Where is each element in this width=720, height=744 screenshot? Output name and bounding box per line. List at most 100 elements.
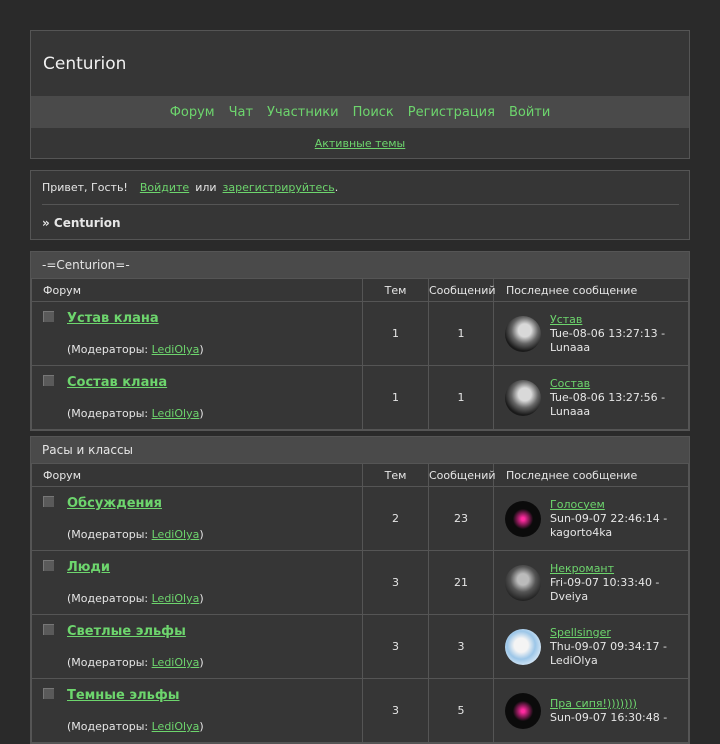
greeting-text: Привет, Гость! (42, 181, 128, 194)
topics-count: 2 (362, 486, 429, 551)
topics-count: 3 (362, 614, 429, 679)
register-link[interactable]: зарегистрируйтесь (223, 181, 335, 194)
moderator-link[interactable]: LediOlya (152, 592, 200, 605)
last-post-user: LediOlya (550, 653, 598, 667)
welcome-line: Привет, Гость! Войдите или зарегистрируй… (42, 171, 679, 205)
forum-status-icon (43, 624, 54, 635)
table-row: Светлые эльфы (Модераторы: LediOlya) 3 3… (31, 614, 689, 679)
welcome-box: Привет, Гость! Войдите или зарегистрируй… (30, 170, 690, 240)
forum-link[interactable]: Люди (67, 560, 110, 575)
topics-count: 3 (362, 550, 429, 615)
period-text: . (334, 181, 339, 194)
forum-link[interactable]: Устав клана (67, 311, 159, 326)
forum-link[interactable]: Светлые эльфы (67, 624, 186, 639)
moderator-link[interactable]: LediOlya (152, 343, 200, 356)
header-forum: Форум (31, 279, 363, 302)
category-title: -=Centurion=- (31, 252, 689, 279)
forum-link[interactable]: Состав клана (67, 375, 167, 390)
posts-count: 23 (428, 486, 494, 551)
header-posts: Сообщений (428, 279, 496, 302)
nav-chat[interactable]: Чат (229, 105, 253, 120)
moderator-link[interactable]: LediOlya (152, 407, 200, 420)
last-post-user: Lunaaa (550, 404, 591, 418)
table-row: Темные эльфы (Модераторы: LediOlya) 3 5 … (31, 678, 689, 743)
table-header-row: Форум Тем Сообщений Последнее сообщение (31, 279, 689, 302)
last-post-time: Tue-08-06 13:27:56 - (550, 390, 666, 404)
header-posts: Сообщений (428, 464, 496, 487)
last-post-info: Spellsinger Thu-09-07 09:34:17 - LediOly… (550, 626, 667, 668)
last-post-time: Fri-09-07 10:33:40 - (550, 575, 660, 589)
last-post-topic-link[interactable]: Spellsinger (550, 626, 611, 639)
forum-table: Форум Тем Сообщений Последнее сообщение … (31, 279, 689, 430)
last-post-user: kagorto4ka (550, 525, 613, 539)
last-post-topic-link[interactable]: Некромант (550, 562, 614, 575)
forum-link[interactable]: Темные эльфы (67, 688, 180, 703)
moderator-link[interactable]: LediOlya (152, 720, 200, 733)
last-post-cell: Голосуем Sun-09-07 22:46:14 - kagorto4ka (493, 486, 689, 551)
active-topics-link[interactable]: Активные темы (315, 137, 406, 150)
forum-status-icon (43, 496, 54, 507)
last-post-cell: Пра сипя!))))))) Sun-09-07 16:30:48 - (493, 678, 689, 743)
header-last-post: Последнее сообщение (493, 279, 689, 302)
header-topics: Тем (362, 279, 429, 302)
topics-count: 1 (362, 365, 429, 430)
avatar[interactable] (505, 315, 541, 352)
nav-members[interactable]: Участники (267, 105, 339, 120)
forum-status-icon (43, 688, 54, 699)
last-post-topic-link[interactable]: Голосуем (550, 498, 605, 511)
forum-categories: -=Centurion=- Форум Тем Сообщений Послед… (30, 251, 690, 744)
page-wrapper: Centurion Форум Чат Участники Поиск Реги… (30, 30, 690, 744)
last-post-info: Состав Tue-08-06 13:27:56 - Lunaaa (550, 377, 665, 419)
last-post-time: Sun-09-07 22:46:14 - (550, 511, 668, 525)
last-post-cell: Некромант Fri-09-07 10:33:40 - Dveiya (493, 550, 689, 615)
moderators: (Модераторы: LediOlya) (67, 720, 204, 733)
forum-category: Расы и классы Форум Тем Сообщений Послед… (30, 436, 690, 744)
moderator-link[interactable]: LediOlya (152, 528, 200, 541)
topics-count: 3 (362, 678, 429, 743)
header-last-post: Последнее сообщение (493, 464, 689, 487)
table-row: Устав клана (Модераторы: LediOlya) 1 1 У… (31, 301, 689, 366)
moderators: (Модераторы: LediOlya) (67, 528, 204, 541)
last-post-time: Tue-08-06 13:27:13 - (550, 326, 666, 340)
last-post-user: Lunaaa (550, 340, 591, 354)
forum-category: -=Centurion=- Форум Тем Сообщений Послед… (30, 251, 690, 431)
posts-count: 1 (428, 301, 494, 366)
login-link[interactable]: Войдите (140, 181, 189, 194)
last-post-topic-link[interactable]: Состав (550, 377, 590, 390)
avatar[interactable] (505, 379, 541, 416)
forum-link[interactable]: Обсуждения (67, 496, 162, 511)
moderator-link[interactable]: LediOlya (152, 656, 200, 669)
moderators: (Модераторы: LediOlya) (67, 343, 204, 356)
avatar[interactable] (505, 564, 541, 601)
avatar[interactable] (505, 692, 541, 729)
forum-cell: Светлые эльфы (Модераторы: LediOlya) (31, 614, 363, 679)
moderators: (Модераторы: LediOlya) (67, 407, 204, 420)
last-post-topic-link[interactable]: Пра сипя!))))))) (550, 697, 637, 710)
avatar[interactable] (505, 628, 541, 665)
last-post-info: Пра сипя!))))))) Sun-09-07 16:30:48 - (550, 697, 667, 725)
last-post-topic-link[interactable]: Устав (550, 313, 582, 326)
nav-login[interactable]: Войти (509, 105, 550, 120)
topics-count: 1 (362, 301, 429, 366)
category-title: Расы и классы (31, 437, 689, 464)
nav-search[interactable]: Поиск (353, 105, 394, 120)
site-header: Centurion Форум Чат Участники Поиск Реги… (30, 30, 690, 159)
sub-nav: Активные темы (31, 128, 689, 158)
site-title: Centurion (43, 53, 127, 74)
last-post-cell: Spellsinger Thu-09-07 09:34:17 - LediOly… (493, 614, 689, 679)
nav-forum[interactable]: Форум (170, 105, 215, 120)
avatar[interactable] (505, 500, 541, 537)
main-nav: Форум Чат Участники Поиск Регистрация Во… (31, 96, 689, 128)
forum-table: Форум Тем Сообщений Последнее сообщение … (31, 464, 689, 743)
nav-register[interactable]: Регистрация (408, 105, 495, 120)
posts-count: 21 (428, 550, 494, 615)
header-forum: Форум (31, 464, 363, 487)
posts-count: 3 (428, 614, 494, 679)
last-post-info: Устав Tue-08-06 13:27:13 - Lunaaa (550, 313, 665, 355)
last-post-cell: Устав Tue-08-06 13:27:13 - Lunaaa (493, 301, 689, 366)
moderators: (Модераторы: LediOlya) (67, 592, 204, 605)
last-post-time: Thu-09-07 09:34:17 - (550, 639, 667, 653)
forum-cell: Люди (Модераторы: LediOlya) (31, 550, 363, 615)
table-header-row: Форум Тем Сообщений Последнее сообщение (31, 464, 689, 487)
last-post-info: Некромант Fri-09-07 10:33:40 - Dveiya (550, 562, 659, 604)
